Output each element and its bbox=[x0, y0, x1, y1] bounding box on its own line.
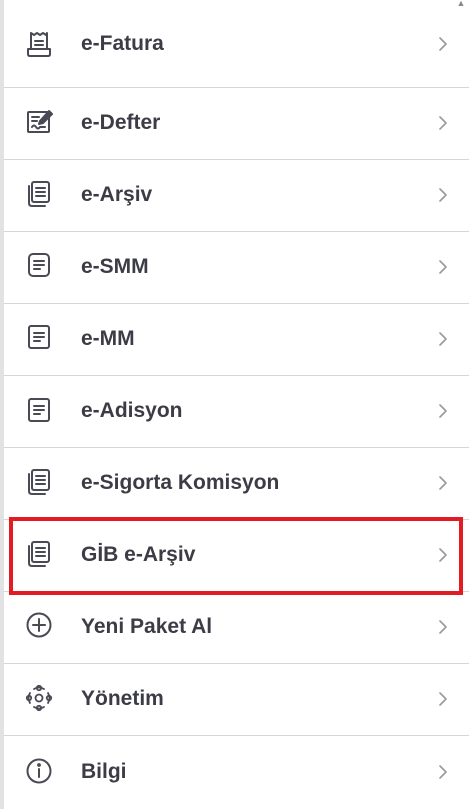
menu-item-yonetim[interactable]: Yönetim bbox=[4, 664, 469, 736]
chevron-right-icon bbox=[436, 36, 450, 52]
menu-item-label: e-Adisyon bbox=[81, 399, 183, 422]
network-icon bbox=[25, 684, 53, 712]
menu-item-label: e-SMM bbox=[81, 255, 149, 278]
chevron-right-icon bbox=[436, 403, 450, 419]
document-icon bbox=[25, 396, 53, 424]
receipt-icon bbox=[25, 30, 53, 58]
chevron-right-icon bbox=[436, 259, 450, 275]
menu-item-e-smm[interactable]: e-SMM bbox=[4, 232, 469, 304]
menu-item-label: Yeni Paket Al bbox=[81, 615, 213, 638]
document-icon bbox=[25, 251, 53, 279]
menu-item-label: e-Arşiv bbox=[81, 183, 153, 206]
menu-item-label: e-Sigorta Komisyon bbox=[81, 471, 280, 494]
chevron-right-icon bbox=[436, 764, 450, 780]
menu-item-bilgi[interactable]: Bilgi bbox=[4, 736, 469, 809]
menu-item-label: e-MM bbox=[81, 327, 135, 350]
menu-item-e-fatura[interactable]: e-Fatura bbox=[4, 0, 469, 88]
menu-item-yeni-paket-al[interactable]: Yeni Paket Al bbox=[4, 592, 469, 664]
menu-item-e-mm[interactable]: e-MM bbox=[4, 304, 469, 376]
chevron-right-icon bbox=[436, 547, 450, 563]
info-icon bbox=[25, 757, 53, 785]
menu-item-gib-e-arsiv[interactable]: GİB e-Arşiv bbox=[4, 520, 469, 592]
menu-item-label: e-Defter bbox=[81, 111, 161, 134]
menu-item-label: e-Fatura bbox=[81, 32, 164, 55]
menu-panel: ▲ e-Fatura e-Defter e-Arşiv e-SMM e-MM e… bbox=[0, 0, 469, 809]
menu-item-label: GİB e-Arşiv bbox=[81, 543, 196, 566]
stacked-documents-icon bbox=[25, 540, 53, 568]
menu-item-e-arsiv[interactable]: e-Arşiv bbox=[4, 160, 469, 232]
chevron-right-icon bbox=[436, 619, 450, 635]
menu-item-e-defter[interactable]: e-Defter bbox=[4, 88, 469, 160]
stacked-documents-icon bbox=[25, 468, 53, 496]
chevron-right-icon bbox=[436, 115, 450, 131]
chevron-right-icon bbox=[436, 331, 450, 347]
chevron-right-icon bbox=[436, 475, 450, 491]
chevron-right-icon bbox=[436, 691, 450, 707]
menu-item-label: Yönetim bbox=[81, 687, 164, 710]
menu-item-e-sigorta-komisyon[interactable]: e-Sigorta Komisyon bbox=[4, 448, 469, 520]
signed-ledger-icon bbox=[25, 107, 53, 135]
document-icon bbox=[25, 323, 53, 351]
chevron-right-icon bbox=[436, 187, 450, 203]
menu-item-e-adisyon[interactable]: e-Adisyon bbox=[4, 376, 469, 448]
stacked-documents-icon bbox=[25, 180, 53, 208]
menu-list: e-Fatura e-Defter e-Arşiv e-SMM e-MM e-A… bbox=[4, 0, 469, 809]
menu-item-label: Bilgi bbox=[81, 760, 127, 783]
plus-circle-icon bbox=[25, 611, 53, 639]
